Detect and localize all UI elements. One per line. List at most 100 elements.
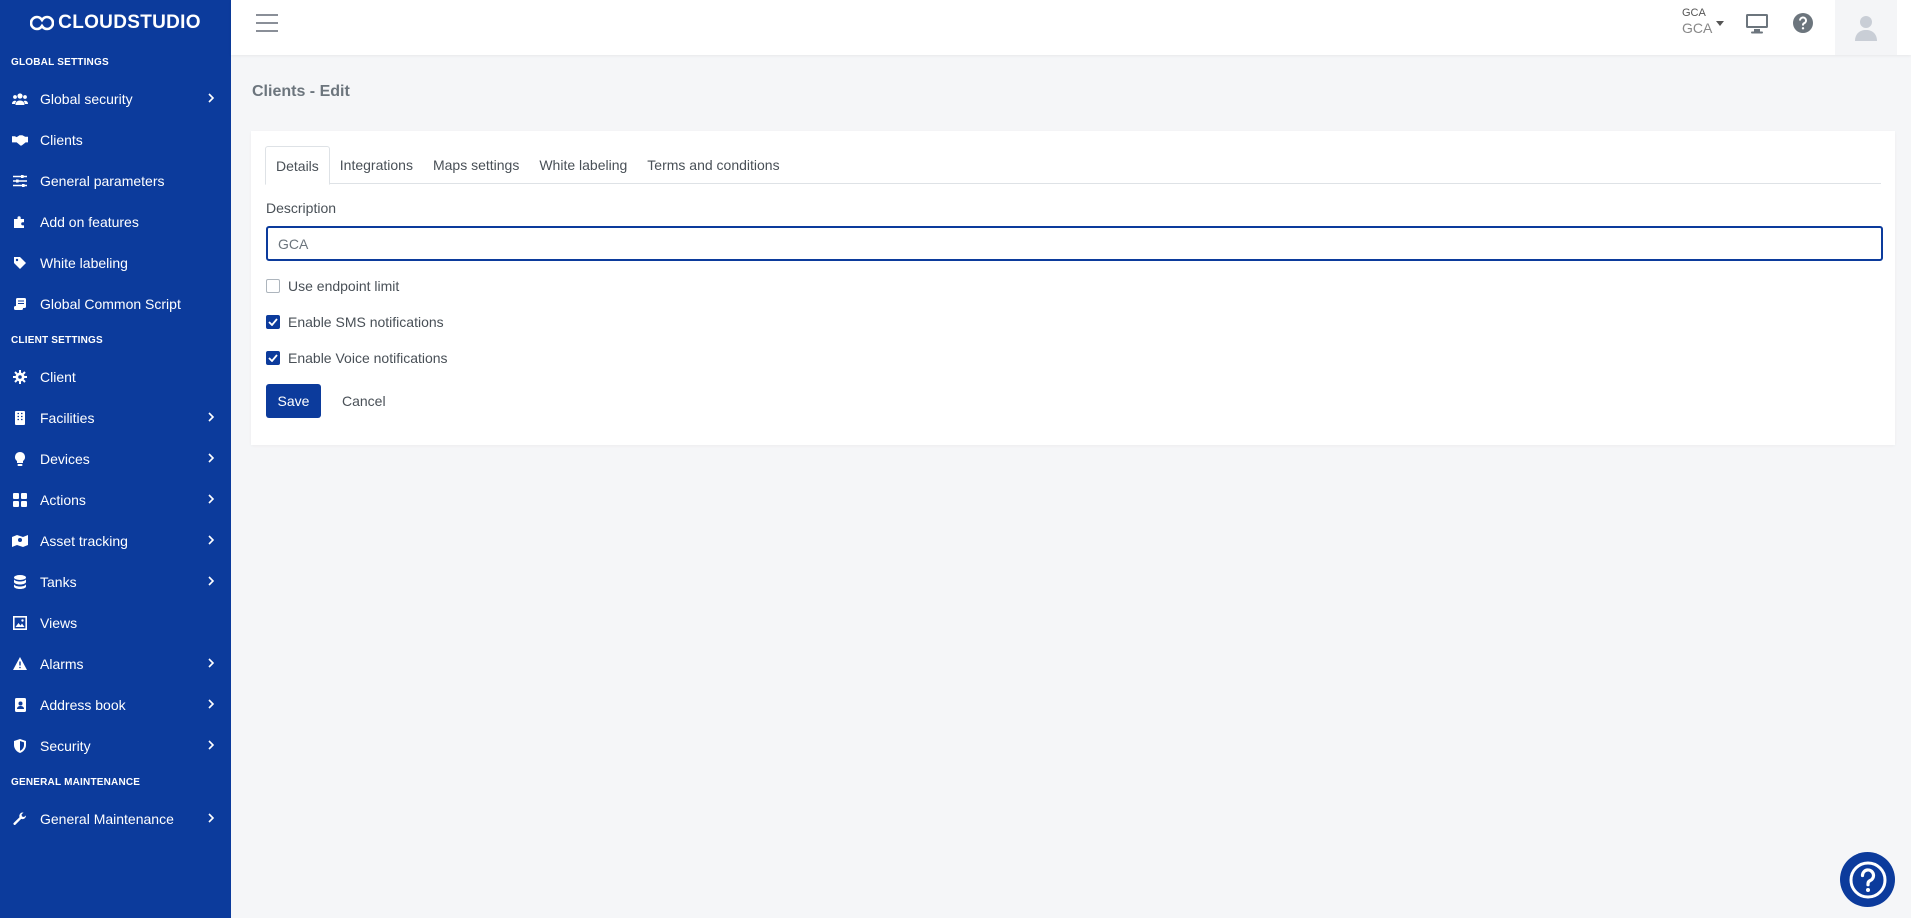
checkbox-checked-icon[interactable] — [266, 315, 280, 329]
sidebar-item-label: Clients — [40, 131, 83, 148]
sidebar-item-security[interactable]: Security — [0, 725, 231, 766]
chevron-right-icon — [208, 576, 215, 586]
sidebar-item-label: Facilities — [40, 409, 95, 426]
sidebar-item-clients[interactable]: Clients — [0, 119, 231, 160]
chevron-right-icon — [208, 740, 215, 750]
client-switcher[interactable]: GCA GCA — [1682, 7, 1724, 37]
tab-details[interactable]: Details — [265, 146, 330, 185]
map-marker-icon — [12, 533, 28, 549]
users-icon — [12, 91, 28, 107]
sidebar-item-label: General Maintenance — [40, 810, 174, 827]
sidebar-item-global-common-script[interactable]: Global Common Script — [0, 283, 231, 324]
lightbulb-icon — [12, 451, 28, 467]
sidebar-item-label: Global security — [40, 90, 133, 107]
grid-icon — [12, 492, 28, 508]
checkbox-label: Use endpoint limit — [288, 278, 400, 294]
checkbox-label: Enable SMS notifications — [288, 314, 444, 330]
puzzle-icon — [12, 214, 28, 230]
enable-voice-notifications-checkbox[interactable]: Enable Voice notifications — [266, 349, 448, 367]
sidebar-item-label: Security — [40, 737, 91, 754]
sidebar-item-label: Alarms — [40, 655, 84, 672]
chevron-right-icon — [208, 535, 215, 545]
description-input[interactable] — [266, 226, 1883, 261]
chevron-right-icon — [208, 494, 215, 504]
sidebar-item-label: Actions — [40, 491, 86, 508]
save-button[interactable]: Save — [266, 384, 321, 418]
sidebar-item-label: Views — [40, 614, 78, 631]
use-endpoint-limit-checkbox[interactable]: Use endpoint limit — [266, 277, 399, 295]
brand-name: CLOUDSTUDIO — [58, 12, 201, 33]
sidebar-item-general-parameters[interactable]: General parameters — [0, 160, 231, 201]
sidebar: CLOUDSTUDIO GLOBAL SETTINGS Global secur… — [0, 0, 231, 918]
wrench-icon — [12, 811, 28, 827]
address-book-icon — [12, 697, 28, 713]
user-menu[interactable] — [1835, 0, 1897, 55]
sidebar-item-actions[interactable]: Actions — [0, 479, 231, 520]
sidebar-item-white-labeling[interactable]: White labeling — [0, 242, 231, 283]
cloud-logo-icon — [30, 15, 55, 31]
building-icon — [12, 410, 28, 426]
sidebar-item-label: Client — [40, 368, 76, 385]
hamburger-menu-icon[interactable] — [255, 13, 279, 33]
enable-sms-notifications-checkbox[interactable]: Enable SMS notifications — [266, 313, 444, 331]
tab-integrations[interactable]: Integrations — [330, 146, 423, 184]
page-title: Clients - Edit — [252, 83, 350, 100]
tab-terms-and-conditions[interactable]: Terms and conditions — [637, 146, 789, 184]
caret-down-icon — [1716, 21, 1724, 26]
sidebar-item-label: Address book — [40, 696, 126, 713]
description-label: Description — [266, 200, 337, 216]
sidebar-item-address-book[interactable]: Address book — [0, 684, 231, 725]
sidebar-item-label: Tanks — [40, 573, 77, 590]
client-switcher-value: GCA — [1682, 20, 1713, 36]
sidebar-item-global-security[interactable]: Global security — [0, 78, 231, 119]
sidebar-item-facilities[interactable]: Facilities — [0, 397, 231, 438]
sidebar-item-client[interactable]: Client — [0, 356, 231, 397]
chevron-right-icon — [208, 93, 215, 103]
chevron-right-icon — [208, 658, 215, 668]
handshake-icon — [12, 132, 28, 148]
cancel-button[interactable]: Cancel — [334, 384, 394, 418]
sidebar-item-label: Devices — [40, 450, 90, 467]
sidebar-item-label: White labeling — [40, 254, 128, 271]
section-title-global-settings: GLOBAL SETTINGS — [11, 56, 109, 68]
gear-icon — [12, 369, 28, 385]
sidebar-item-label: Add on features — [40, 213, 139, 230]
sidebar-item-asset-tracking[interactable]: Asset tracking — [0, 520, 231, 561]
sliders-icon — [12, 173, 28, 189]
section-title-general-maintenance: GENERAL MAINTENANCE — [11, 776, 141, 788]
tab-bar: Details Integrations Maps settings White… — [265, 146, 1881, 185]
image-icon — [12, 615, 28, 631]
monitor-icon[interactable] — [1745, 12, 1769, 34]
topbar: GCA GCA — [231, 0, 1911, 55]
shield-icon — [12, 738, 28, 754]
checkbox-unchecked-icon[interactable] — [266, 279, 280, 293]
chevron-right-icon — [208, 699, 215, 709]
sidebar-item-tanks[interactable]: Tanks — [0, 561, 231, 602]
client-switcher-label: GCA — [1682, 7, 1706, 19]
sidebar-item-devices[interactable]: Devices — [0, 438, 231, 479]
help-icon[interactable] — [1791, 12, 1815, 34]
section-title-client-settings: CLIENT SETTINGS — [11, 334, 103, 346]
sidebar-item-alarms[interactable]: Alarms — [0, 643, 231, 684]
sidebar-item-add-on-features[interactable]: Add on features — [0, 201, 231, 242]
sidebar-item-general-maintenance[interactable]: General Maintenance — [0, 798, 231, 839]
sidebar-item-label: Global Common Script — [40, 295, 181, 312]
sidebar-item-views[interactable]: Views — [0, 602, 231, 643]
chevron-right-icon — [208, 813, 215, 823]
sidebar-item-label: General parameters — [40, 172, 165, 189]
client-edit-card: Details Integrations Maps settings White… — [251, 131, 1895, 445]
tab-white-labeling[interactable]: White labeling — [529, 146, 637, 184]
user-avatar-icon — [1855, 15, 1877, 41]
brand-logo[interactable]: CLOUDSTUDIO — [0, 0, 231, 46]
chevron-right-icon — [208, 412, 215, 422]
help-circle-icon — [1849, 861, 1886, 898]
checkbox-checked-icon[interactable] — [266, 351, 280, 365]
checkbox-label: Enable Voice notifications — [288, 350, 448, 366]
chevron-right-icon — [208, 453, 215, 463]
database-icon — [12, 574, 28, 590]
floating-help-button[interactable] — [1840, 852, 1895, 907]
sidebar-item-label: Asset tracking — [40, 532, 128, 549]
scroll-icon — [12, 296, 28, 312]
tab-maps-settings[interactable]: Maps settings — [423, 146, 529, 184]
tag-icon — [12, 255, 28, 271]
